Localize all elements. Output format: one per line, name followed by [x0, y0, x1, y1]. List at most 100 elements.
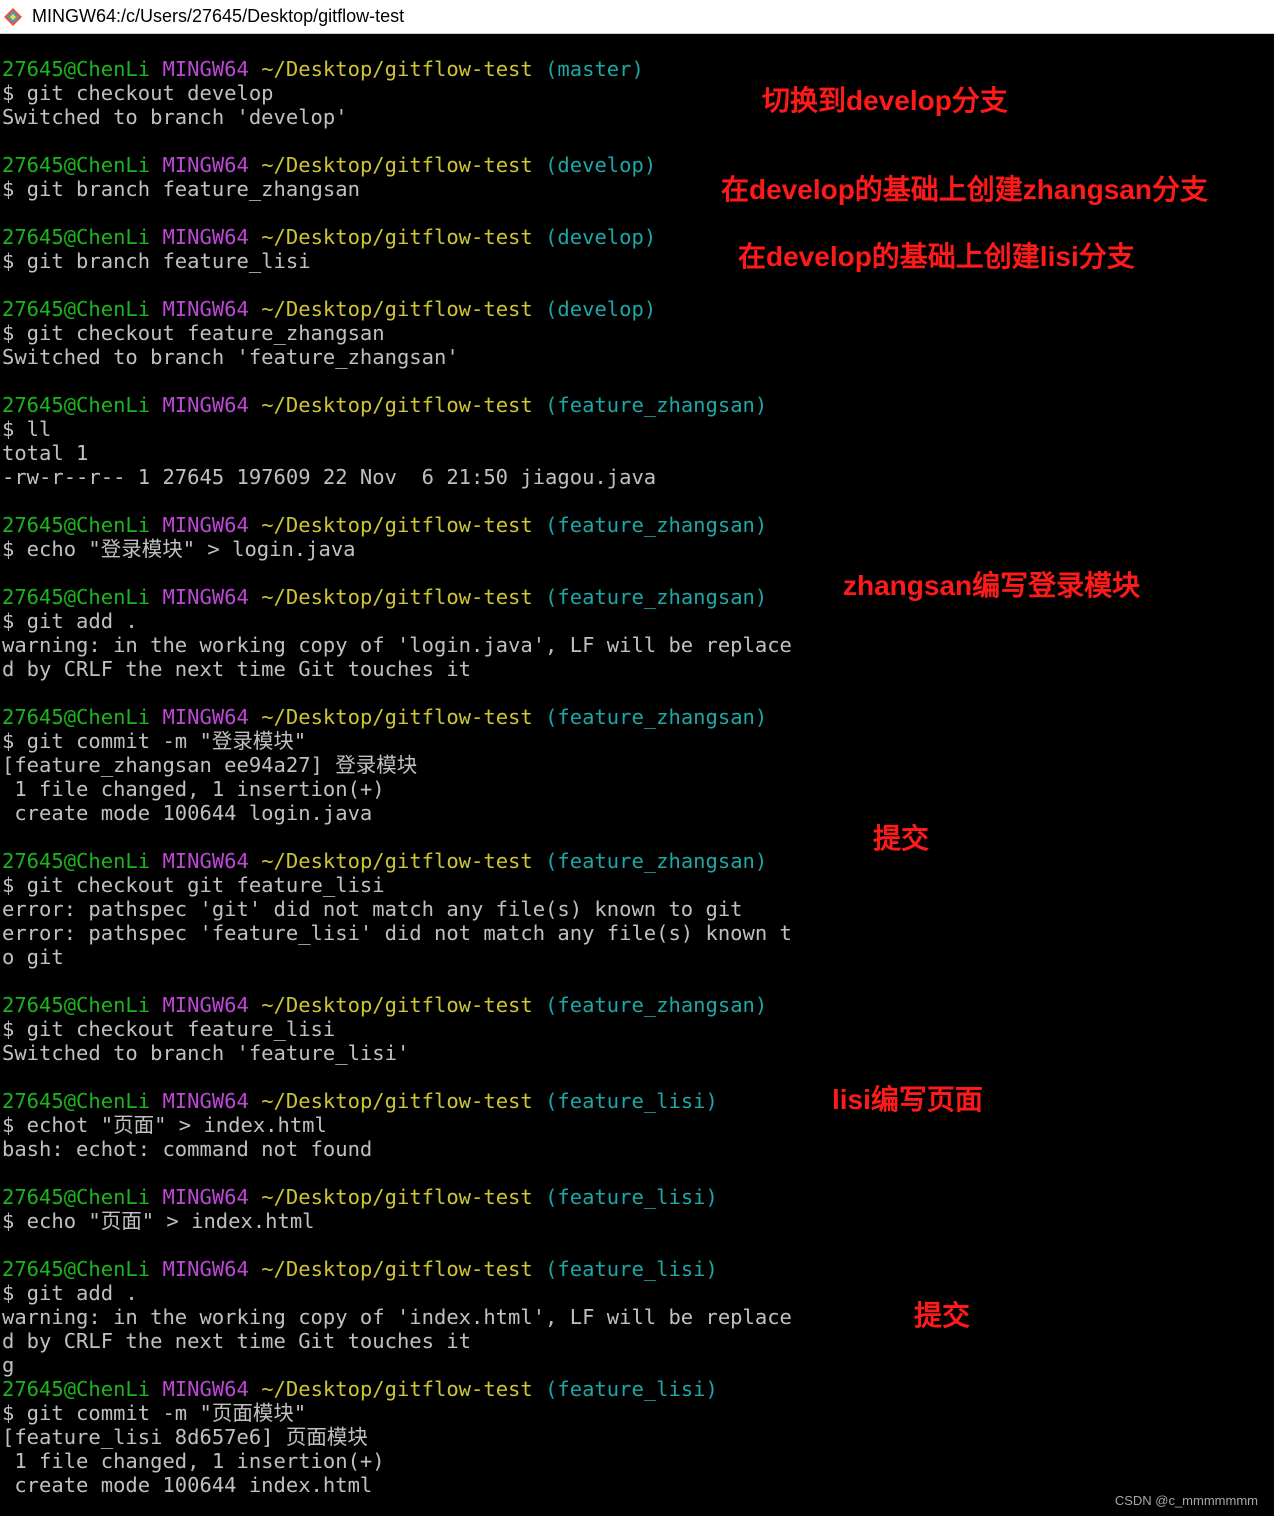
prompt-host: MINGW64 [162, 1257, 249, 1281]
prompt-line: 27645@ChenLi MINGW64 ~/Desktop/gitflow-t… [2, 1089, 1274, 1113]
prompt-branch: (develop) [545, 297, 657, 321]
output-line: $ echot "页面" > index.html [2, 1113, 327, 1137]
output-line: Switched to branch 'develop' [2, 105, 348, 129]
prompt-user: 27645@ChenLi [2, 993, 151, 1017]
git-bash-icon [4, 8, 22, 26]
annotation-create-zhangsan: 在develop的基础上创建zhangsan分支 [721, 174, 1208, 205]
prompt-line: 27645@ChenLi MINGW64 ~/Desktop/gitflow-t… [2, 297, 1274, 321]
annotation-commit-2: 提交 [914, 1300, 971, 1331]
output-line: 1 file changed, 1 insertion(+) [2, 777, 385, 801]
prompt-path: ~/Desktop/gitflow-test [261, 1089, 533, 1113]
prompt-host: MINGW64 [162, 393, 249, 417]
output-line: $ git add . [2, 609, 138, 633]
prompt-host: MINGW64 [162, 1185, 249, 1209]
prompt-path: ~/Desktop/gitflow-test [261, 153, 533, 177]
prompt-line: 27645@ChenLi MINGW64 ~/Desktop/gitflow-t… [2, 1377, 1274, 1401]
prompt-line: 27645@ChenLi MINGW64 ~/Desktop/gitflow-t… [2, 1257, 1274, 1281]
prompt-branch: (feature_lisi) [545, 1257, 718, 1281]
prompt-line: 27645@ChenLi MINGW64 ~/Desktop/gitflow-t… [2, 993, 1274, 1017]
prompt-line: 27645@ChenLi MINGW64 ~/Desktop/gitflow-t… [2, 513, 1274, 537]
output-line: $ git checkout develop [2, 81, 274, 105]
prompt-host: MINGW64 [162, 1089, 249, 1113]
prompt-host: MINGW64 [162, 585, 249, 609]
prompt-user: 27645@ChenLi [2, 153, 151, 177]
prompt-user: 27645@ChenLi [2, 393, 151, 417]
output-line: [feature_lisi 8d657e6] 页面模块 [2, 1425, 368, 1449]
window-title: MINGW64:/c/Users/27645/Desktop/gitflow-t… [32, 6, 405, 26]
prompt-path: ~/Desktop/gitflow-test [261, 57, 533, 81]
prompt-line: 27645@ChenLi MINGW64 ~/Desktop/gitflow-t… [2, 849, 1274, 873]
prompt-user: 27645@ChenLi [2, 513, 151, 537]
prompt-branch: (feature_lisi) [545, 1089, 718, 1113]
output-line: $ git commit -m "登录模块" [2, 729, 307, 753]
prompt-branch: (feature_zhangsan) [545, 393, 768, 417]
prompt-branch: (feature_zhangsan) [545, 513, 768, 537]
prompt-user: 27645@ChenLi [2, 1257, 151, 1281]
prompt-branch: (feature_zhangsan) [545, 993, 768, 1017]
output-line: Switched to branch 'feature_lisi' [2, 1041, 410, 1065]
terminal-output[interactable]: 27645@ChenLi MINGW64 ~/Desktop/gitflow-t… [2, 57, 1274, 1507]
prompt-path: ~/Desktop/gitflow-test [261, 1257, 533, 1281]
output-line: $ git checkout git feature_lisi [2, 873, 385, 897]
annotation-create-lisi: 在develop的基础上创建lisi分支 [738, 241, 1135, 272]
prompt-path: ~/Desktop/gitflow-test [261, 297, 533, 321]
output-line: $ echo "登录模块" > login.java [2, 537, 356, 561]
window-titlebar: MINGW64:/c/Users/27645/Desktop/gitflow-t… [0, 0, 1274, 34]
output-line: total 1 [2, 441, 89, 465]
prompt-line: 27645@ChenLi MINGW64 ~/Desktop/gitflow-t… [2, 1185, 1274, 1209]
prompt-user: 27645@ChenLi [2, 585, 151, 609]
prompt-user: 27645@ChenLi [2, 57, 151, 81]
output-line: $ git commit -m "页面模块" [2, 1401, 307, 1425]
output-line: [feature_zhangsan ee94a27] 登录模块 [2, 753, 418, 777]
output-line: $ git add . [2, 1281, 138, 1305]
prompt-path: ~/Desktop/gitflow-test [261, 993, 533, 1017]
output-line: create mode 100644 login.java [2, 801, 373, 825]
prompt-path: ~/Desktop/gitflow-test [261, 585, 533, 609]
prompt-host: MINGW64 [162, 297, 249, 321]
annotation-lisi-page: lisi编写页面 [832, 1084, 983, 1115]
output-line: $ echo "页面" > index.html [2, 1209, 315, 1233]
output-line: d by CRLF the next time Git touches it [2, 1329, 471, 1353]
prompt-line: 27645@ChenLi MINGW64 ~/Desktop/gitflow-t… [2, 705, 1274, 729]
prompt-user: 27645@ChenLi [2, 1377, 151, 1401]
prompt-host: MINGW64 [162, 153, 249, 177]
prompt-user: 27645@ChenLi [2, 297, 151, 321]
output-line: -rw-r--r-- 1 27645 197609 22 Nov 6 21:50… [2, 465, 657, 489]
prompt-line: 27645@ChenLi MINGW64 ~/Desktop/gitflow-t… [2, 57, 1274, 81]
annotation-commit-1: 提交 [873, 823, 930, 854]
prompt-host: MINGW64 [162, 513, 249, 537]
prompt-path: ~/Desktop/gitflow-test [261, 225, 533, 249]
output-line: error: pathspec 'git' did not match any … [2, 897, 743, 921]
prompt-host: MINGW64 [162, 705, 249, 729]
output-line: bash: echot: command not found [2, 1137, 373, 1161]
prompt-host: MINGW64 [162, 57, 249, 81]
output-line: warning: in the working copy of 'index.h… [2, 1305, 792, 1329]
prompt-user: 27645@ChenLi [2, 225, 151, 249]
output-line: warning: in the working copy of 'login.j… [2, 633, 792, 657]
prompt-branch: (feature_lisi) [545, 1377, 718, 1401]
prompt-user: 27645@ChenLi [2, 1185, 151, 1209]
prompt-host: MINGW64 [162, 1377, 249, 1401]
prompt-branch: (feature_zhangsan) [545, 705, 768, 729]
prompt-branch: (master) [545, 57, 644, 81]
output-line: $ ll [2, 417, 52, 441]
output-line: create mode 100644 index.html [2, 1473, 373, 1497]
prompt-host: MINGW64 [162, 993, 249, 1017]
output-line: g [2, 1353, 15, 1377]
prompt-branch: (feature_lisi) [545, 1185, 718, 1209]
csdn-watermark: CSDN @c_mmmmmmm [1114, 1493, 1258, 1508]
prompt-line: 27645@ChenLi MINGW64 ~/Desktop/gitflow-t… [2, 393, 1274, 417]
output-line: 1 file changed, 1 insertion(+) [2, 1449, 385, 1473]
output-line: $ git checkout feature_zhangsan [2, 321, 385, 345]
output-line: error: pathspec 'feature_lisi' did not m… [2, 921, 792, 945]
output-line: Switched to branch 'feature_zhangsan' [2, 345, 459, 369]
